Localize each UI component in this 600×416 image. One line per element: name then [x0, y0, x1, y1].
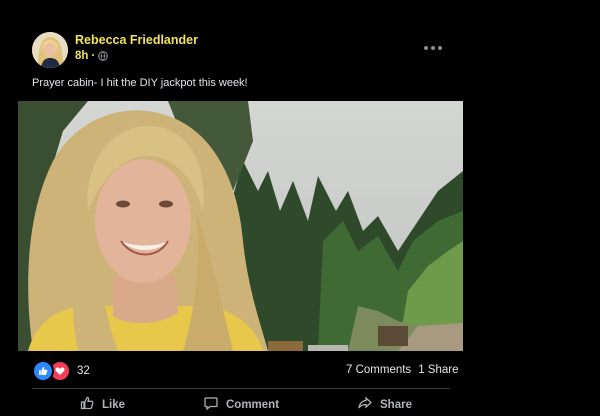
shares-count-link[interactable]: 1 Share [418, 364, 458, 376]
comments-count-link[interactable]: 7 Comments [346, 364, 411, 376]
meta-separator: · [91, 50, 96, 62]
reaction-summary[interactable]: 32 [32, 360, 90, 382]
reaction-count: 32 [77, 365, 90, 377]
facebook-post: Rebecca Friedlander 8h · Prayer cabin- I… [0, 0, 600, 411]
divider [32, 388, 450, 389]
more-options-icon[interactable] [420, 38, 446, 58]
like-icon [32, 360, 54, 382]
globe-icon [98, 51, 109, 61]
post-timestamp[interactable]: 8h [75, 50, 88, 62]
author-name[interactable]: Rebecca Friedlander [75, 33, 198, 47]
engagement-stats: 7 Comments 1 Share [346, 364, 458, 376]
video-player[interactable] [18, 101, 463, 351]
action-bar: Like Comment Share [32, 396, 450, 416]
post-caption: Prayer cabin- I hit the DIY jackpot this… [32, 77, 248, 89]
post-meta: 8h · [75, 50, 109, 62]
avatar[interactable] [32, 32, 68, 68]
